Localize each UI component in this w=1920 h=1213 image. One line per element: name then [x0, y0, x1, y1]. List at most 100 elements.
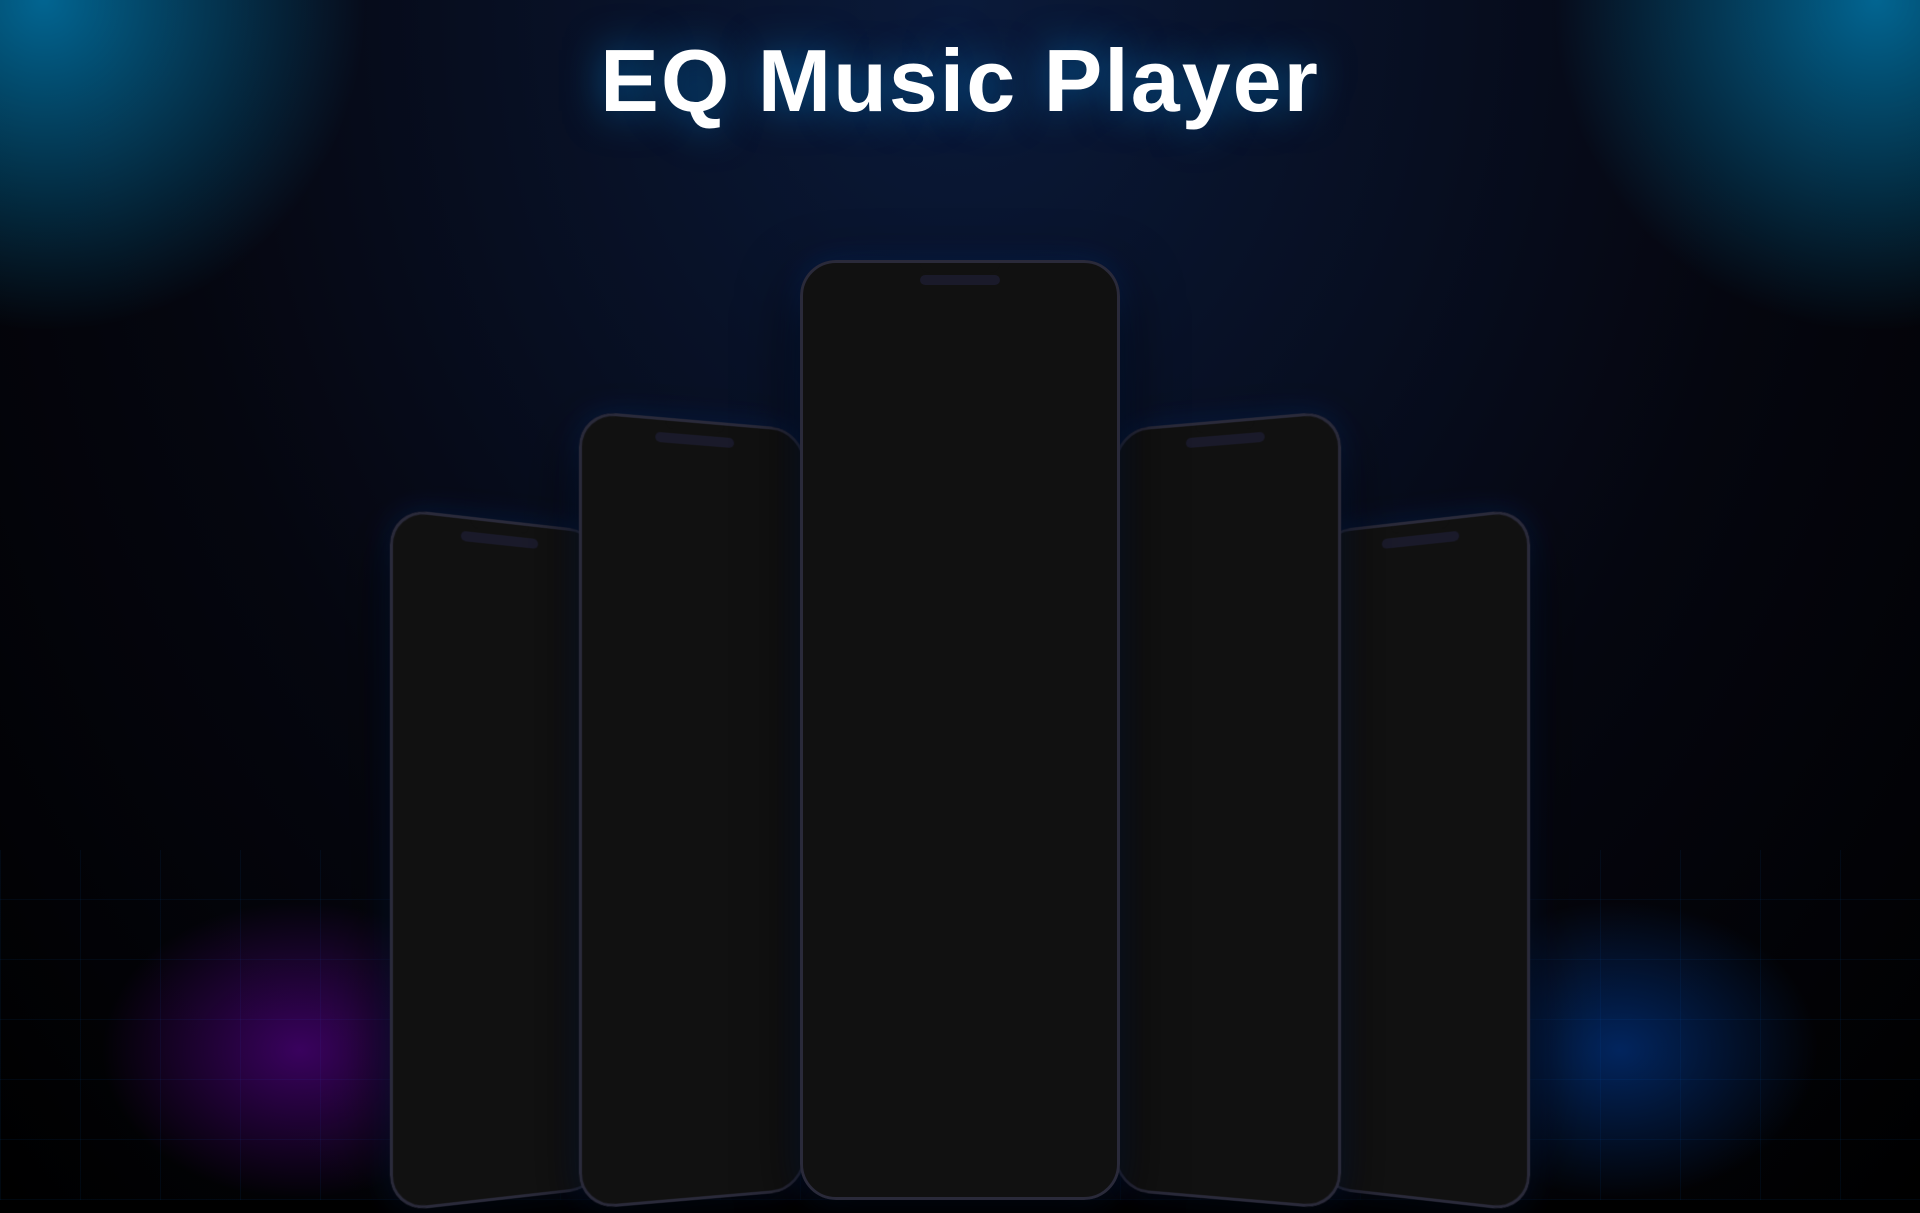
p5-prev[interactable]: ⏮ [1350, 816, 1365, 837]
se-btn-resonant[interactable]: Resonant [597, 738, 654, 759]
balance-knob[interactable] [739, 770, 777, 810]
lrc-label: (lrc) [1047, 637, 1066, 649]
p3-dot-2 [963, 602, 971, 610]
reverse-label: Reverse [680, 813, 709, 822]
preset-dance[interactable]: ♟ Dance [638, 511, 670, 557]
info-button[interactable]: ⓘ [980, 677, 1000, 706]
p4-search-icon[interactable]: 🔍 [1285, 447, 1303, 466]
p3-shuffle[interactable]: ⇄ [836, 769, 856, 798]
album-3[interactable]: 🎵 Songs Songs ⋮ [1129, 616, 1223, 720]
p3-back-icon[interactable]: ← [823, 318, 841, 339]
album-thumb-3: 🎵 [1129, 616, 1223, 698]
add-button[interactable]: ⊞ [912, 677, 929, 706]
p1-set-end: Set e... [535, 744, 559, 754]
album-info-april: April 98 Songs ⋮ [1129, 589, 1223, 615]
p1-length: Length [509, 743, 532, 753]
shirt-icon[interactable]: 👕 [1053, 318, 1073, 338]
page-title: EQ Music Player [0, 30, 1920, 132]
p3-speed[interactable]: 1.0X [1068, 716, 1097, 728]
set-time-button[interactable]: Set start time [417, 738, 474, 753]
se-btn-abound[interactable]: Abound [686, 715, 734, 736]
p5-pause-btn[interactable]: ⏸ [1373, 853, 1378, 864]
tab-artists[interactable]: Artists [1129, 485, 1155, 500]
se-simplerate-slider[interactable] [663, 700, 788, 706]
p3-lyric-sub: since the day we partied I didn't know [881, 646, 1047, 657]
p1-back-icon[interactable]: ← [408, 560, 420, 576]
p5-playlist-btn[interactable]: ☰ [1460, 853, 1469, 864]
p3-progress-fill [842, 721, 986, 724]
p1-info: MP3, 44100HZ, 320kbps, 03:56 [408, 719, 586, 736]
p1-forward[interactable]: ⏭ [523, 781, 538, 802]
preset-folk[interactable]: ♫ Folk [678, 514, 710, 560]
album-april[interactable]: 🎸 April 98 Songs ⋮ [1129, 509, 1223, 615]
p4-list-icon[interactable]: ☰ [1265, 449, 1278, 467]
p5-progress [1334, 779, 1512, 786]
eq-bar-62: 62 [627, 558, 645, 649]
equalizer-icon[interactable]: ⚙ [1083, 318, 1097, 338]
p3-playlist[interactable]: ☰ [1063, 769, 1085, 798]
more-button[interactable]: … [1051, 677, 1071, 706]
p1-set-time[interactable]: Set start time 02:32.3 Length Set e... [408, 733, 586, 761]
se-knobs: Rotate —— Reverse —— Balance —— [597, 769, 788, 832]
se-btn-solid[interactable]: Solid [643, 714, 681, 735]
tab-albums[interactable]: Albums [1165, 482, 1197, 497]
tab-genre[interactable]: Genre [1207, 479, 1234, 494]
p5-more-button[interactable]: … [1475, 756, 1485, 772]
p3-progress-bar[interactable] [842, 721, 1063, 724]
p5-add-button[interactable]: ⊞ [1358, 760, 1366, 775]
p4-more-icon[interactable]: ⋮ [1311, 445, 1325, 463]
album-mybaby[interactable]: ♪ My Baby ⋮ [1129, 721, 1326, 800]
heart-button[interactable]: ♥ [849, 677, 861, 706]
p2-back-icon[interactable]: ← [597, 457, 611, 474]
p5-dot-1 [1411, 716, 1417, 722]
p1-start-end: Start: ⊖ 42.3 ⊕ End. [408, 760, 586, 775]
p5-play-button[interactable]: ⏸ [1399, 804, 1442, 848]
reverse-knob[interactable] [675, 770, 714, 810]
se-btn-amiable[interactable]: Amiable [660, 739, 710, 760]
rotate-label: Rotate [618, 813, 642, 822]
p2-equalizer-label: EQUALIZER [597, 488, 788, 513]
sound-wave-icon: ▐▐ [823, 717, 837, 728]
se-tempo-slider[interactable] [663, 684, 788, 690]
status-bar-3: 12:05 ▊▊▊ 🔋 [823, 303, 1097, 312]
album-art-image [840, 352, 1080, 592]
p3-dots [823, 602, 1097, 610]
p5-shirt-icon[interactable]: 👕 [1482, 562, 1495, 574]
album-holiday[interactable]: Holiday Fulla | 16 Songs ⋮ [1227, 502, 1325, 611]
p1-rewind[interactable]: ⏮ [460, 779, 476, 801]
eq-bar-1k: 1K [721, 563, 738, 652]
album-name-3: Songs [1133, 701, 1156, 710]
p5-info-button[interactable]: ⓘ [1414, 758, 1424, 773]
p1-song-title: RingBellRing [426, 563, 494, 582]
album-more-april[interactable]: ⋮ [1208, 595, 1218, 606]
preset-hiphop[interactable]: 🎧 Hip Hop [718, 516, 749, 561]
p3-time-row: 4:05 6:05 [823, 733, 1097, 743]
p2-se-label: SOUND EFFECT [597, 658, 788, 676]
p3-prev[interactable]: ⏮ [882, 769, 904, 797]
p3-play-button[interactable]: ⏸ [929, 753, 989, 813]
preset-normal-label: Normal [601, 545, 627, 556]
album-more-holiday[interactable]: ⋮ [1310, 590, 1320, 602]
rotate-knob[interactable] [610, 769, 651, 810]
p1-pause[interactable]: ⏸ [496, 780, 505, 801]
preset-normal[interactable]: ♪♪ Normal [597, 509, 630, 556]
p5-progress-bar[interactable] [1334, 779, 1512, 786]
phone-scifi: 12:05 ▊▊▊🔋 ny Garden 👕 ⚙ [1317, 507, 1530, 1212]
album-more-mybaby[interactable]: ⋮ [1310, 785, 1320, 796]
p5-eq-icon[interactable]: ⚙ [1502, 561, 1511, 573]
p3-song-name: Sunny Garden [899, 314, 995, 330]
p5-next[interactable]: ⏭ [1477, 814, 1493, 836]
album-thumb-holiday [1227, 502, 1325, 589]
se-tempo-label: Tempo [597, 678, 658, 690]
album-sunnygarden[interactable]: 🌸 Sunny Garden Giordano | 12 Songs ⋮ [1227, 612, 1325, 718]
notch-3 [920, 263, 1000, 273]
se-btn-rude[interactable]: Rude [597, 713, 637, 734]
preset-hiphop-icon: 🎧 [718, 516, 749, 550]
p3-dot-1 [949, 602, 957, 610]
album-more-sunnygarden[interactable]: ⋮ [1310, 699, 1320, 710]
se-btn-steady[interactable]: Steady [738, 716, 782, 737]
p3-next[interactable]: ⏭ [1015, 769, 1037, 797]
se-simplerate-label: Simpleratе [597, 695, 658, 707]
album-more-3[interactable]: ⋮ [1208, 702, 1218, 713]
album-sub-holiday: Fulla | 16 Songs [1232, 598, 1282, 607]
